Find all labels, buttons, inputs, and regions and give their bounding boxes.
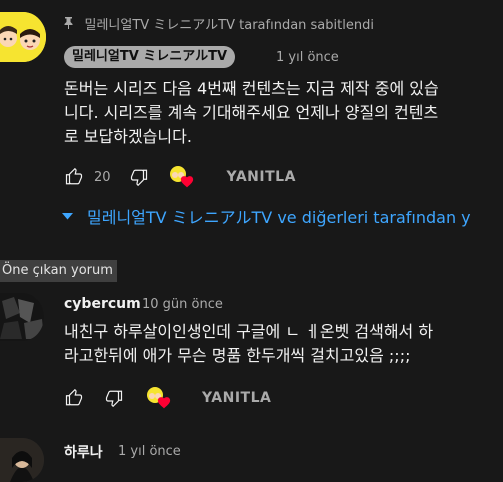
like-button[interactable] — [64, 167, 84, 187]
thumbs-up-icon — [65, 168, 83, 185]
reply-button[interactable]: YANITLA — [202, 390, 271, 406]
comment-body: 내친구 하루살이인생인데 구글에 ㄴ ㅔ온벳 검색해서 하 라고한뒤에 애가 무… — [64, 320, 503, 368]
creator-heart — [146, 386, 171, 410]
dislike-button[interactable] — [104, 388, 124, 408]
view-replies-button[interactable]: 밀레니얼TV ミレニアルTV ve diğerleri tarafından y — [62, 204, 471, 228]
heart-icon — [180, 176, 193, 188]
pinned-indicator: 밀레니얼TV ミレニアルTV tarafından sabitlendi — [64, 14, 374, 33]
pin-icon — [64, 17, 77, 32]
comment-time[interactable]: 1 yıl önce — [118, 444, 181, 459]
thumbs-down-icon — [130, 169, 147, 186]
comment-body-line: 내친구 하루살이인생인데 구글에 ㄴ ㅔ온벳 검색해서 하 — [64, 322, 434, 341]
caret-down-icon — [62, 210, 73, 223]
thumbs-up-icon — [65, 389, 83, 406]
like-button[interactable] — [64, 388, 84, 408]
comment-time[interactable]: 10 gün önce — [142, 297, 223, 312]
comment-author[interactable]: cybercum — [64, 296, 141, 312]
comment-author[interactable]: 하루나 — [64, 442, 103, 462]
like-count: 20 — [94, 169, 111, 185]
reply-button[interactable]: YANITLA — [227, 169, 296, 185]
comment-body-line: 라고한뒤에 애가 무슨 명품 한두개씩 걸치고있음 ;;;; — [64, 346, 411, 365]
comment-body-line: 돈버는 시리즈 다음 4번째 컨텐츠는 지금 제작 중에 있습 — [64, 79, 439, 98]
user-avatar[interactable] — [0, 293, 44, 341]
comment-actions: YANITLA — [64, 386, 271, 410]
pinned-text: 밀레니얼TV ミレニアルTV tarafından sabitlendi — [84, 18, 374, 33]
dislike-button[interactable] — [129, 167, 149, 187]
comment-body-line: 니다. 시리즈를 계속 기대해주세요 언제나 양질의 컨텐츠 — [64, 103, 439, 122]
comment-actions: 20 YANITLA — [64, 165, 296, 189]
heart-icon — [157, 397, 171, 409]
channel-avatar[interactable] — [0, 12, 46, 62]
thumbs-down-icon — [105, 390, 123, 407]
user-avatar[interactable] — [0, 438, 44, 482]
view-replies-label: 밀레니얼TV ミレニアルTV ve diğerleri tarafından y — [87, 208, 471, 227]
comment-body: 돈버는 시리즈 다음 4번째 컨텐츠는 지금 제작 중에 있습 니다. 시리즈를… — [64, 77, 503, 149]
comment-body-line: 로 보답하겠습니다. — [64, 127, 192, 146]
channel-name-chip[interactable]: 밀레니얼TV ミレニアルTV — [64, 46, 236, 68]
comment-time[interactable]: 1 yıl önce — [276, 50, 339, 65]
creator-heart — [169, 165, 193, 189]
highlighted-comment-badge: Öne çıkan yorum — [0, 260, 117, 282]
